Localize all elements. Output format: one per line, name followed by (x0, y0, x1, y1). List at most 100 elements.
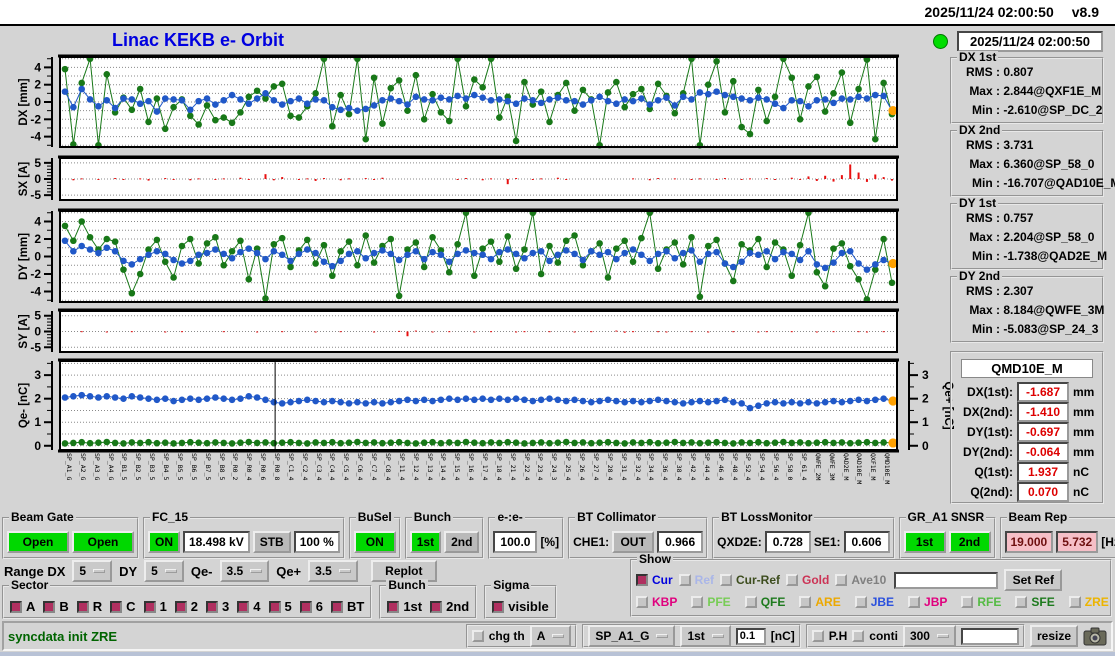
fc15-stb-button[interactable]: STB (252, 531, 291, 554)
beam-rep-label: Beam Rep (1006, 510, 1070, 525)
beam-gate-open-1-button[interactable]: Open (7, 531, 69, 554)
range-dx-dropdown[interactable]: 5 (72, 560, 113, 582)
range-qep-label: Qe+ (276, 563, 302, 579)
bpm-x-axis-labels: SP_A1_G SP_A2_G SP_A3_G SP_A4_G SP_B1_5 SP_B2… (60, 452, 900, 512)
show-ref-checkbox[interactable] (678, 574, 691, 586)
x-axis-label: SP_C4_4 (328, 453, 337, 481)
camera-snapshot-button[interactable] (1083, 627, 1107, 646)
bunch-2nd-label: 2nd (446, 599, 470, 614)
bunch-2nd-checkbox[interactable] (430, 600, 443, 613)
conti-checkbox[interactable] (852, 630, 865, 642)
bunch-2nd-button[interactable]: 2nd (444, 531, 480, 554)
show-cur-checkbox[interactable] (636, 574, 648, 586)
chg-th-checkbox[interactable] (471, 630, 484, 642)
che1-out-button[interactable]: OUT (612, 531, 655, 554)
titlebar-datetime: 2025/11/24 02:00:50 (924, 4, 1054, 20)
show-jbp-label: JBP (924, 595, 948, 609)
stat-value: 3.731 (1003, 138, 1034, 152)
show-jbp-checkbox[interactable] (908, 596, 921, 608)
sector-3-checkbox[interactable] (206, 600, 219, 613)
show-sfe-checkbox[interactable] (1015, 596, 1028, 608)
show-jbe-checkbox[interactable] (854, 596, 867, 608)
bunch-1st-button[interactable]: 1st (409, 531, 442, 554)
bpm-dropdown[interactable]: SP_A1_G (588, 625, 676, 647)
show-kbp-checkbox[interactable] (636, 596, 648, 608)
range-qem-dropdown[interactable]: 3.5 (219, 560, 270, 582)
svg-text:3: 3 (34, 368, 41, 382)
qxd2e-label: QXD2E: (717, 535, 762, 550)
se1-label: SE1: (813, 535, 841, 550)
resize-button[interactable]: resize (1029, 624, 1078, 648)
sector-bt-label: BT (346, 599, 365, 614)
show-are-checkbox[interactable] (799, 596, 812, 608)
x-axis-label: SP_B6_5 (189, 453, 198, 481)
x-axis-label: SP_15_4 (453, 453, 462, 481)
count-input[interactable] (960, 627, 1019, 645)
stat-key: Max : (969, 303, 1000, 317)
range-dy-dropdown[interactable]: 5 (144, 560, 184, 582)
dropdown-indicator-icon (164, 569, 177, 573)
count-dropdown[interactable]: 300 (902, 625, 956, 647)
gr-a1-2nd-button[interactable]: 2nd (948, 531, 991, 554)
qmd-row-unit: mm (1073, 425, 1095, 439)
sector-bt-checkbox[interactable] (330, 600, 343, 613)
x-axis-label: SP_24_3 (550, 453, 559, 481)
sector-c-checkbox[interactable] (110, 600, 123, 613)
stat-frame-title: DY 1st (957, 196, 999, 211)
x-axis-label: SP_31_4 (619, 453, 628, 481)
busel-on-button[interactable]: ON (353, 531, 396, 554)
x-axis-label: SP_42_4 (689, 453, 697, 481)
gr-a1-1st-button[interactable]: 1st (903, 531, 946, 554)
show-cur-ref-label: Cur-Ref (736, 573, 781, 587)
sector-a-checkbox[interactable] (10, 600, 22, 613)
ref-name-input[interactable] (894, 571, 999, 589)
show-zre-checkbox[interactable] (1068, 596, 1081, 608)
sector-4-checkbox[interactable] (237, 600, 250, 613)
sector-c-label: C (126, 599, 136, 614)
show-pfe-checkbox[interactable] (691, 596, 704, 608)
show-rfe-checkbox[interactable] (961, 596, 974, 608)
svg-text:-5: -5 (30, 340, 41, 354)
stat-key: RMS : (966, 65, 1000, 79)
threshold-input[interactable] (735, 627, 766, 645)
x-axis-label: SP_C8_4 (383, 453, 392, 481)
dropdown-indicator-icon (93, 569, 106, 573)
stat-value: 2.844@QXF1E_M (1003, 84, 1102, 98)
set-ref-button[interactable]: Set Ref (1004, 568, 1063, 592)
sector-5-checkbox[interactable] (268, 600, 281, 613)
sector-item-a: A (10, 599, 35, 614)
sector-b-checkbox[interactable] (43, 600, 56, 613)
bunch-1st-checkbox[interactable] (387, 600, 400, 613)
chg-th-dropdown[interactable]: A (529, 625, 572, 647)
sector-r-label: R (92, 599, 103, 614)
sector-r-checkbox[interactable] (76, 600, 89, 613)
qmd-row-label: DY(2nd): (963, 445, 1013, 459)
sector-1-checkbox[interactable] (143, 600, 156, 613)
sector-4-label: 4 (253, 599, 261, 614)
x-axis-label: SP_21_4 (508, 453, 517, 481)
beam-gate-open-2-button[interactable]: Open (72, 531, 134, 554)
ph-checkbox[interactable] (811, 630, 824, 642)
bunch-dropdown[interactable]: 1st (680, 625, 731, 647)
sigma-visible-checkbox[interactable] (492, 600, 505, 613)
camera-icon (1083, 627, 1107, 645)
sector-2-checkbox[interactable] (174, 600, 187, 613)
x-axis-label: SP_B3_5 (148, 453, 157, 481)
show-gold-checkbox[interactable] (786, 574, 799, 586)
qmd-row-label: DX(2nd): (963, 405, 1013, 419)
stat-frame-title: DY 2nd (957, 269, 1003, 284)
range-qep-dropdown[interactable]: 3.5 (308, 560, 358, 582)
x-axis-label: SP_32_4 (633, 453, 642, 481)
stat-frame-dy-2nd: DY 2nd RMS : 2.307 Max : 8.184@QWFE_3M Min … (950, 269, 1104, 343)
fc15-on-button[interactable]: ON (148, 531, 180, 554)
show-item-zre: ZRE (1068, 593, 1109, 611)
show-qfe-checkbox[interactable] (744, 596, 757, 608)
show-ave10-checkbox[interactable] (835, 574, 848, 586)
show-cur-ref-checkbox[interactable] (720, 574, 733, 586)
svg-text:DY [mm]: DY [mm] (18, 233, 30, 280)
range-row: Range DX 5 DY 5 Qe- 3.5 Qe+ 3.5 Replot (4, 559, 437, 583)
show-jbe-label: JBE (870, 595, 895, 609)
ee-ratio-input[interactable]: 100.0 (493, 531, 538, 554)
qmd-monitor-panel: QMD10E_M DX(1st): -1.687 mm DX(2nd): -1.410 m… (950, 351, 1104, 504)
sector-6-checkbox[interactable] (299, 600, 312, 613)
